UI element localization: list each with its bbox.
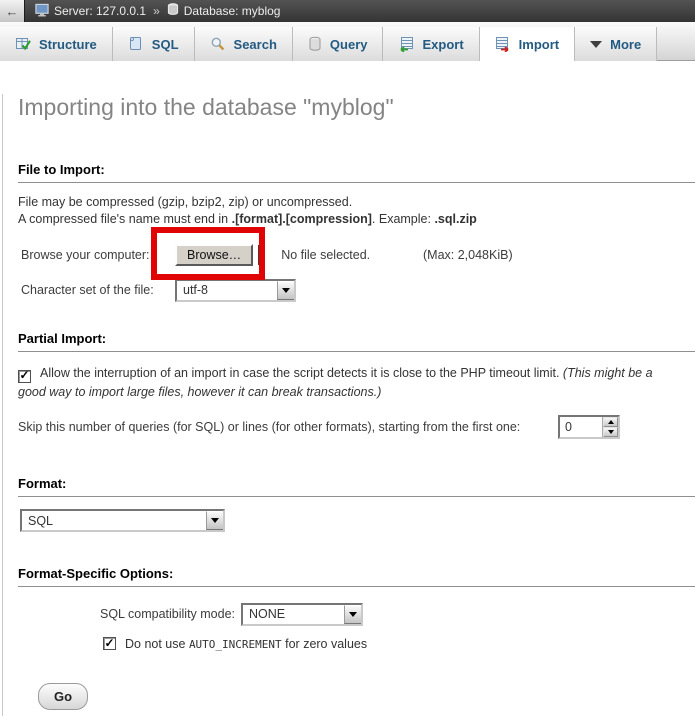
skip-queries-spinner[interactable]: 0: [558, 415, 620, 439]
breadcrumb-database[interactable]: Database: myblog: [184, 4, 281, 18]
file-import-help-text: File may be compressed (gzip, bzip2, zip…: [18, 194, 695, 227]
breadcrumb-bar: ← Server: 127.0.0.1 » Database: myblog: [0, 0, 695, 22]
phpmyadmin-import-page: ← Server: 127.0.0.1 » Database: myblog S…: [0, 0, 695, 716]
browse-button[interactable]: Browse…: [175, 244, 253, 266]
tab-import[interactable]: Import: [480, 27, 575, 61]
table-export-icon: [398, 36, 414, 52]
allow-interrupt-text: Allow the interruption of an import in c…: [40, 366, 563, 380]
spinner-up-icon[interactable]: [603, 417, 618, 427]
database-icon: [167, 3, 179, 19]
file-input-caret: [258, 245, 260, 265]
skip-queries-value: 0: [560, 417, 602, 437]
page-title: Importing into the database "myblog": [18, 94, 695, 121]
back-arrow-icon: ←: [6, 4, 19, 19]
tab-label: SQL: [152, 37, 179, 52]
auto-increment-code: AUTO_INCREMENT: [189, 638, 282, 651]
breadcrumb-server[interactable]: Server: 127.0.0.1: [54, 4, 146, 18]
tab-sql[interactable]: SQL: [113, 27, 195, 61]
auto-increment-text: Do not use AUTO_INCREMENT for zero value…: [125, 637, 367, 651]
dropdown-arrow-icon[interactable]: [344, 605, 361, 624]
allow-interrupt-option: Allow the interruption of an import in c…: [18, 364, 695, 402]
section-heading-format-options: Format-Specific Options:: [18, 566, 695, 587]
section-heading-file-to-import: File to Import:: [18, 162, 695, 183]
breadcrumb-separator: »: [153, 4, 160, 18]
go-button[interactable]: Go: [38, 683, 88, 710]
tab-bar: Structure SQL Search Query Export: [0, 22, 695, 61]
server-icon: [35, 3, 49, 20]
tab-more[interactable]: More: [575, 27, 657, 61]
no-file-selected-text: No file selected.: [281, 248, 370, 262]
sql-compat-row: SQL compatibility mode: NONE: [100, 602, 695, 626]
sql-compat-label: SQL compatibility mode:: [100, 607, 235, 621]
skip-queries-label: Skip this number of queries (for SQL) or…: [18, 420, 520, 434]
tab-label: Import: [519, 37, 559, 52]
back-button[interactable]: ←: [0, 0, 25, 22]
sql-page-icon: [128, 36, 144, 52]
tab-label: More: [610, 37, 641, 52]
sql-compat-select[interactable]: NONE: [241, 603, 363, 626]
charset-row: Character set of the file: utf-8: [18, 279, 695, 301]
tab-export[interactable]: Export: [383, 27, 479, 61]
browse-row: Browse your computer: Browse… No file se…: [18, 244, 695, 266]
max-upload-size-text: (Max: 2,048KiB): [423, 248, 513, 262]
tab-search[interactable]: Search: [195, 27, 293, 61]
search-icon: [210, 36, 226, 52]
dropdown-arrow-icon[interactable]: [277, 281, 294, 300]
tab-label: Export: [422, 37, 463, 52]
table-import-icon: [495, 36, 511, 52]
format-select[interactable]: SQL: [20, 509, 225, 532]
tab-label: Structure: [39, 37, 97, 52]
dropdown-arrow-icon[interactable]: [206, 511, 223, 530]
charset-label: Character set of the file:: [21, 283, 175, 297]
spinner-down-icon[interactable]: [603, 427, 618, 437]
sql-compat-selected-value: NONE: [243, 605, 344, 624]
chevron-down-icon: [590, 41, 602, 48]
format-selected-value: SQL: [22, 511, 206, 530]
database-cylinder-icon: [308, 36, 322, 52]
browse-computer-label: Browse your computer:: [21, 248, 175, 262]
section-heading-format: Format:: [18, 476, 695, 497]
tab-label: Search: [234, 37, 277, 52]
auto-increment-checkbox[interactable]: [103, 637, 116, 650]
auto-increment-option: Do not use AUTO_INCREMENT for zero value…: [103, 637, 695, 651]
skip-queries-row: Skip this number of queries (for SQL) or…: [18, 415, 695, 439]
tab-query[interactable]: Query: [293, 27, 384, 61]
section-heading-partial-import: Partial Import:: [18, 331, 695, 352]
structure-table-icon: [15, 36, 31, 52]
charset-select[interactable]: utf-8: [175, 279, 296, 302]
breadcrumb: Server: 127.0.0.1 » Database: myblog: [35, 3, 280, 20]
main-content: Importing into the database "myblog" Fil…: [2, 94, 695, 716]
tab-structure[interactable]: Structure: [0, 27, 113, 61]
allow-interrupt-checkbox[interactable]: [18, 370, 31, 383]
charset-selected-value: utf-8: [177, 281, 277, 300]
tab-label: Query: [330, 37, 368, 52]
